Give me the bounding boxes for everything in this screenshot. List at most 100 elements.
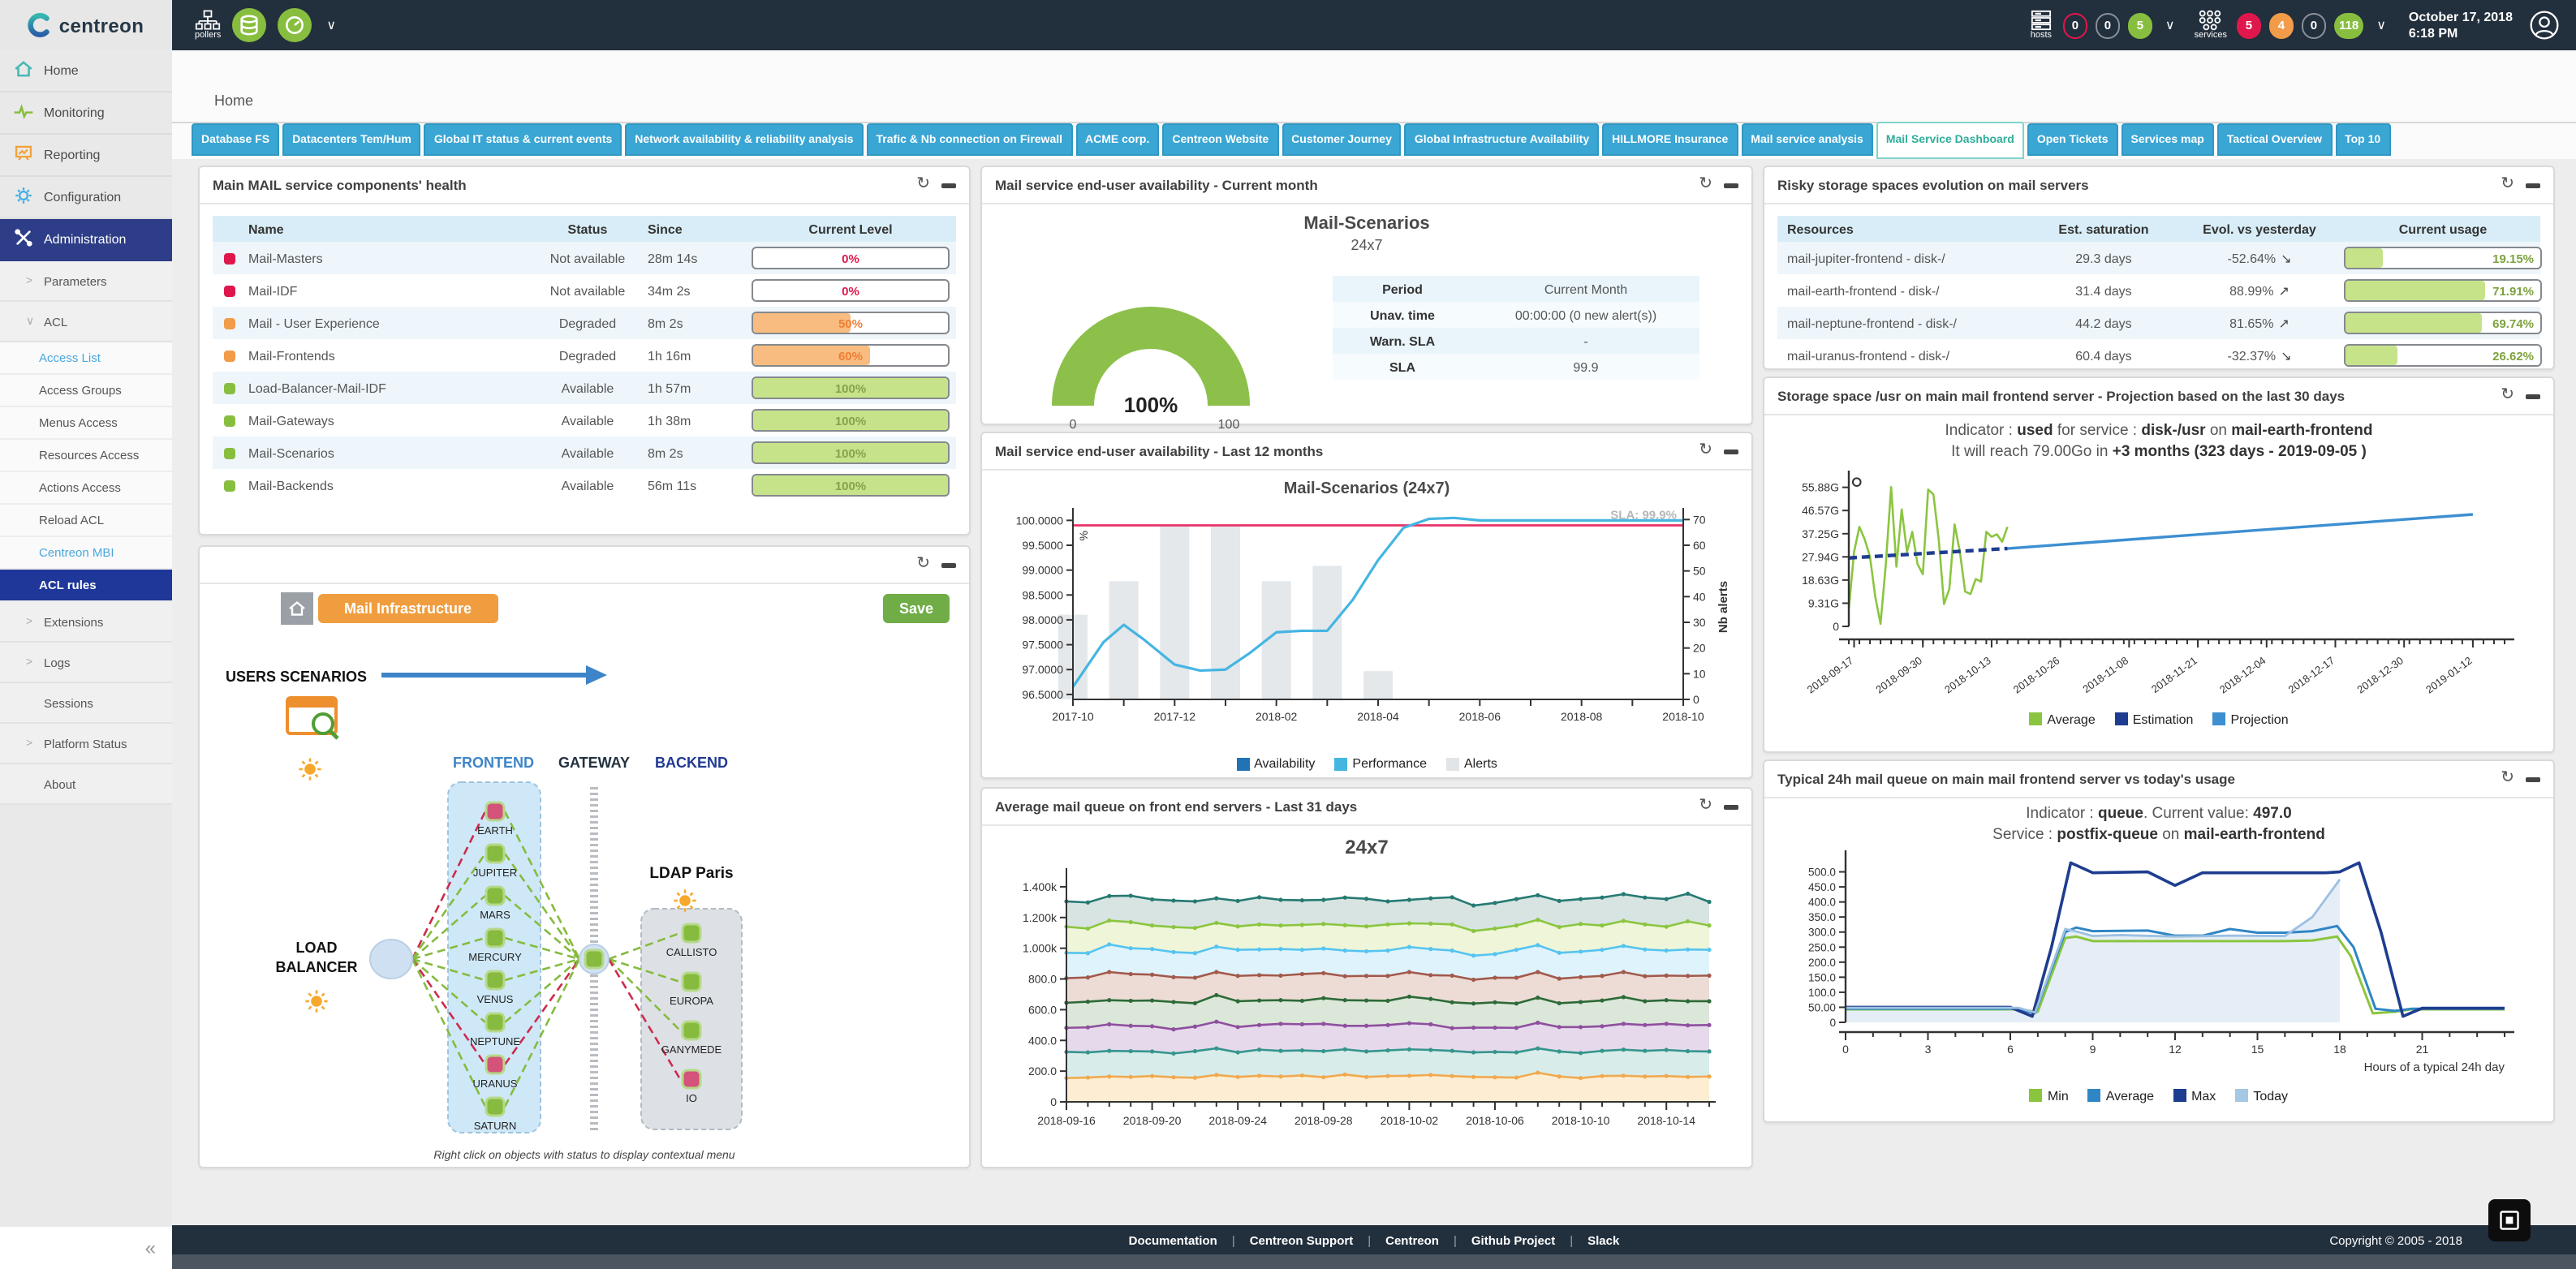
level-bar-label: 100% (753, 411, 948, 430)
sidebar-item-resources-access[interactable]: Resources Access (0, 440, 172, 472)
tab-global-it-status-current-events[interactable]: Global IT status & current events (424, 123, 622, 156)
services-chevron-down-icon[interactable]: ∨ (2376, 18, 2386, 32)
tab-network-availability-reliability-analysis[interactable]: Network availability & reliability analy… (625, 123, 863, 156)
minimize-icon[interactable] (2526, 394, 2540, 398)
status-badge-solid-green[interactable]: 5 (2128, 12, 2152, 38)
refresh-icon[interactable]: ↻ (916, 177, 930, 193)
refresh-icon[interactable]: ↻ (1699, 798, 1712, 815)
minimize-icon[interactable] (1724, 804, 1738, 809)
status-badge-solid-orange[interactable]: 4 (2269, 12, 2294, 38)
sidebar-item-configuration[interactable]: Configuration (0, 177, 172, 219)
sidebar-item-logs[interactable]: >Logs (0, 643, 172, 683)
refresh-icon[interactable]: ↻ (1699, 443, 1712, 459)
table-row[interactable]: Mail-FrontendsDegraded1h 16m60% (213, 339, 956, 372)
footer-link-slack[interactable]: Slack (1587, 1232, 1619, 1247)
fullscreen-toggle-icon[interactable] (2488, 1199, 2531, 1241)
user-profile-icon[interactable] (2529, 10, 2560, 41)
refresh-icon[interactable]: ↻ (916, 557, 930, 573)
sidebar-item-reload-acl[interactable]: Reload ACL (0, 505, 172, 537)
sidebar-item-monitoring[interactable]: Monitoring (0, 92, 172, 135)
database-status-icon[interactable] (232, 8, 266, 42)
table-row[interactable]: Mail-ScenariosAvailable8m 2s100% (213, 437, 956, 469)
sidebar-item-administration[interactable]: Administration (0, 219, 172, 261)
tab-open-tickets[interactable]: Open Tickets (2027, 123, 2118, 156)
status-badge-outline-gray[interactable]: 0 (2302, 12, 2326, 38)
refresh-icon[interactable]: ↻ (2501, 388, 2514, 404)
table-row[interactable]: Load-Balancer-Mail-IDFAvailable1h 57m100… (213, 372, 956, 404)
services-menu[interactable]: services (2195, 10, 2227, 41)
sidebar-item-sessions[interactable]: Sessions (0, 683, 172, 724)
sidebar-item-access-groups[interactable]: Access Groups (0, 375, 172, 407)
refresh-icon[interactable]: ↻ (2501, 771, 2514, 787)
svg-text:12: 12 (2169, 1042, 2182, 1055)
minimize-icon[interactable] (1724, 183, 1738, 187)
tab-hillmore-insurance[interactable]: HILLMORE Insurance (1602, 123, 1738, 156)
sidebar-item-extensions[interactable]: >Extensions (0, 602, 172, 643)
footer-link-centreon-support[interactable]: Centreon Support (1250, 1232, 1354, 1247)
table-row[interactable]: Mail-IDFNot available34m 2s0% (213, 274, 956, 307)
infrastructure-diagram[interactable]: USERS SCENARIOSFRONTENDGATEWAYBACKENDLOA… (200, 633, 969, 1147)
table-row[interactable]: Mail - User ExperienceDegraded8m 2s50% (213, 307, 956, 339)
sidebar-item-actions-access[interactable]: Actions Access (0, 472, 172, 505)
footer-link-github-project[interactable]: Github Project (1471, 1232, 1555, 1247)
status-badge-outline-red[interactable]: 0 (2063, 12, 2087, 38)
breadcrumb[interactable]: Home (214, 92, 253, 109)
save-button[interactable]: Save (883, 594, 950, 623)
refresh-icon[interactable]: ↻ (2501, 177, 2514, 193)
tab-global-infrastructure-availability[interactable]: Global Infrastructure Availability (1405, 123, 1599, 156)
sidebar-item-reporting[interactable]: Reporting (0, 135, 172, 177)
table-row[interactable]: mail-jupiter-frontend - disk-/29.3 days-… (1777, 242, 2540, 274)
centreon-logo[interactable]: centreon (0, 0, 172, 50)
sidebar-item-acl[interactable]: ∨ACL (0, 302, 172, 342)
tab-mail-service-analysis[interactable]: Mail service analysis (1741, 123, 1873, 156)
sidebar-item-about[interactable]: About (0, 764, 172, 805)
sidebar-item-menus-access[interactable]: Menus Access (0, 407, 172, 440)
minimize-icon[interactable] (1724, 449, 1738, 454)
map-name-button[interactable]: Mail Infrastructure (318, 594, 498, 623)
table-row[interactable]: mail-earth-frontend - disk-/31.4 days88.… (1777, 274, 2540, 307)
sidebar-item-parameters[interactable]: >Parameters (0, 261, 172, 302)
status-badge-solid-green[interactable]: 118 (2334, 12, 2363, 38)
tab-services-map[interactable]: Services map (2122, 123, 2214, 156)
sidebar-collapse-icon[interactable]: « (145, 1237, 156, 1259)
tab-acme-corp[interactable]: ACME corp. (1075, 123, 1159, 156)
sidebar-item-acl-rules[interactable]: ACL rules (0, 570, 172, 602)
tab-tactical-overview[interactable]: Tactical Overview (2217, 123, 2332, 156)
refresh-icon[interactable]: ↻ (1699, 177, 1712, 193)
footer-link-centreon[interactable]: Centreon (1385, 1232, 1439, 1247)
sidebar-item-home[interactable]: Home (0, 50, 172, 92)
tab-trafic-nb-connection-on-firewall[interactable]: Trafic & Nb connection on Firewall (867, 123, 1073, 156)
table-row[interactable]: Mail-BackendsAvailable56m 11s100% (213, 469, 956, 501)
tab-mail-service-dashboard[interactable]: Mail Service Dashboard (1876, 122, 2024, 159)
sidebar-item-access-list[interactable]: Access List (0, 342, 172, 375)
sidebar-item-centreon-mbi[interactable]: Centreon MBI (0, 537, 172, 570)
tab-centreon-website[interactable]: Centreon Website (1162, 123, 1278, 156)
table-row[interactable]: Mail-MastersNot available28m 14s0% (213, 242, 956, 274)
hosts-menu[interactable]: hosts (2029, 10, 2053, 41)
map-home-icon[interactable] (281, 592, 313, 625)
table-row[interactable]: Mail-GatewaysAvailable1h 38m100% (213, 404, 956, 437)
svg-text:VENUS: VENUS (477, 993, 514, 1005)
minimize-icon[interactable] (2526, 183, 2540, 187)
pollers-menu[interactable]: pollers (195, 10, 221, 41)
latency-status-icon[interactable] (278, 8, 312, 42)
pollers-label: pollers (195, 32, 221, 41)
sidebar-item-label: Access Groups (39, 383, 122, 398)
footer-link-documentation[interactable]: Documentation (1129, 1232, 1217, 1247)
tab-customer-journey[interactable]: Customer Journey (1282, 123, 1402, 156)
minimize-icon[interactable] (941, 562, 956, 567)
minimize-icon[interactable] (941, 183, 956, 187)
status-badge-solid-red[interactable]: 5 (2237, 12, 2261, 38)
table-row[interactable]: mail-uranus-frontend - disk-/60.4 days-3… (1777, 339, 2540, 372)
poller-chevron-down-icon[interactable]: ∨ (326, 18, 336, 32)
info-row-period: PeriodCurrent Month (1333, 276, 1699, 302)
sidebar-item-platform-status[interactable]: >Platform Status (0, 724, 172, 764)
table-row[interactable]: mail-neptune-frontend - disk-/44.2 days8… (1777, 307, 2540, 339)
svg-text:LOAD: LOAD (296, 940, 338, 956)
hosts-chevron-down-icon[interactable]: ∨ (2165, 18, 2175, 32)
status-badge-outline-gray[interactable]: 0 (2096, 12, 2120, 38)
tab-top-10[interactable]: Top 10 (2335, 123, 2390, 156)
tab-datacenters-tem-hum[interactable]: Datacenters Tem/Hum (282, 123, 421, 156)
minimize-icon[interactable] (2526, 776, 2540, 781)
tab-database-fs[interactable]: Database FS (192, 123, 279, 156)
